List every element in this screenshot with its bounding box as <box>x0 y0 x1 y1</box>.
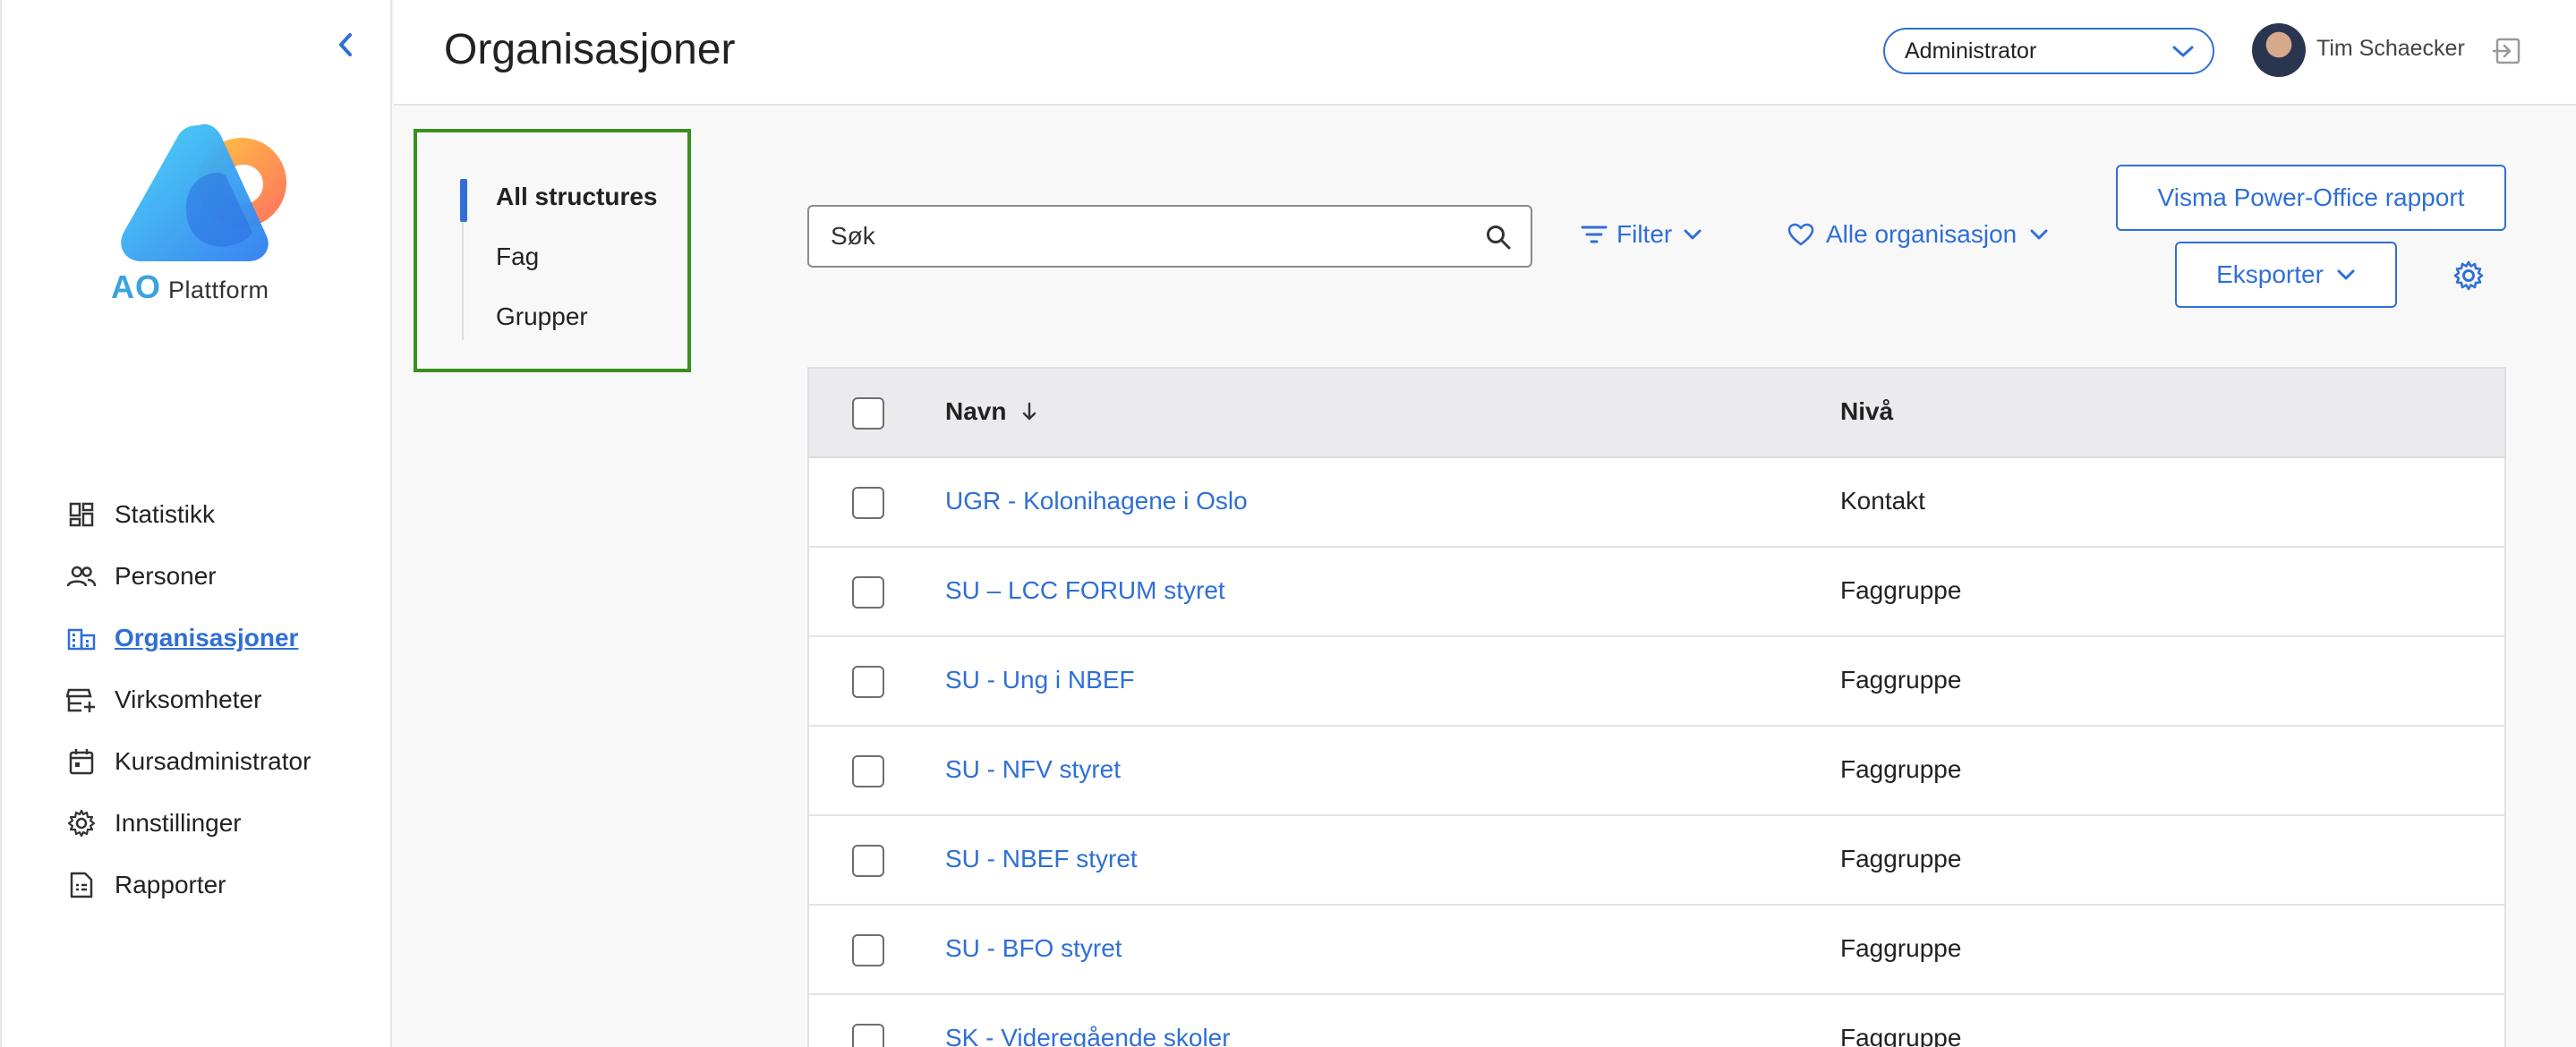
organization-name-link[interactable]: UGR - Kolonihagene i Oslo <box>945 487 1248 515</box>
sidebar-item-statistikk[interactable]: Statistikk <box>66 483 311 545</box>
organization-level: Faggruppe <box>1840 934 1962 962</box>
role-select[interactable]: Administrator <box>1883 28 2214 74</box>
row-checkbox[interactable] <box>852 1024 884 1047</box>
sidebar-item-label: Organisasjoner <box>115 623 299 651</box>
sidebar-item-personer[interactable]: Personer <box>66 545 311 607</box>
sidebar-item-innstillinger[interactable]: Innstillinger <box>66 792 311 854</box>
favorites-dropdown[interactable]: Alle organisasjon <box>1787 220 2049 249</box>
organization-level: Faggruppe <box>1840 845 1962 872</box>
logout-icon[interactable] <box>2492 36 2522 66</box>
sidebar-item-rapporter[interactable]: Rapporter <box>66 854 311 915</box>
structure-item-all[interactable]: All structures <box>496 183 658 211</box>
arrow-down-icon <box>1023 402 1036 421</box>
filter-icon <box>1581 226 1608 243</box>
row-checkbox[interactable] <box>852 934 884 966</box>
gear-icon <box>66 808 97 838</box>
table-row: SU - NFV styret Faggruppe <box>809 727 2504 816</box>
export-button[interactable]: Eksporter <box>2175 242 2397 308</box>
table-header: Navn Nivå <box>809 369 2504 458</box>
visma-report-button[interactable]: Visma Power-Office rapport <box>2116 165 2506 231</box>
organization-name-link[interactable]: SU - NBEF styret <box>945 845 1138 873</box>
structure-item-fag[interactable]: Fag <box>496 243 539 271</box>
sidebar-item-kursadministrator[interactable]: Kursadministrator <box>66 730 311 792</box>
organization-level: Faggruppe <box>1840 576 1962 604</box>
people-icon <box>66 561 97 592</box>
sidebar: AO Plattform Statistikk Personer Organis… <box>0 0 392 1047</box>
sidebar-item-label: Kursadministrator <box>115 746 311 775</box>
organizations-table: Navn Nivå UGR - Kolonihagene i Oslo Kont… <box>807 367 2506 1047</box>
chevron-down-icon <box>1684 229 1702 240</box>
structure-panel: All structures Fag Grupper <box>414 129 691 372</box>
export-label: Eksporter <box>2216 260 2324 288</box>
heart-icon <box>1787 223 1814 246</box>
table-row: SU - Ung i NBEF Faggruppe <box>809 637 2504 727</box>
row-checkbox[interactable] <box>852 845 884 877</box>
column-header-level[interactable]: Nivå <box>1840 397 1893 426</box>
table-row: SU – LCC FORUM styret Faggruppe <box>809 548 2504 637</box>
row-checkbox[interactable] <box>852 666 884 698</box>
table-row: SK - Videregående skoler Faggruppe <box>809 995 2504 1047</box>
search-icon[interactable] <box>1484 223 1513 251</box>
sidebar-item-organisasjoner[interactable]: Organisasjoner <box>66 607 311 668</box>
calendar-icon <box>66 746 97 777</box>
top-header: Organisasjoner Administrator Tim Schaeck… <box>394 0 2576 106</box>
row-checkbox[interactable] <box>852 487 884 519</box>
select-all-checkbox[interactable] <box>852 397 884 430</box>
sidebar-item-label: Innstillinger <box>115 808 242 837</box>
sidebar-item-label: Statistikk <box>115 499 216 528</box>
chevron-down-icon <box>2337 269 2355 280</box>
search-input[interactable] <box>831 222 1457 251</box>
table-row: UGR - Kolonihagene i Oslo Kontakt <box>809 458 2504 548</box>
column-header-name[interactable]: Navn <box>945 397 1038 426</box>
table-row: SU - BFO styret Faggruppe <box>809 906 2504 995</box>
report-icon <box>66 870 97 900</box>
dashboard-icon <box>66 499 97 530</box>
logo-text: AO Plattform <box>111 268 269 305</box>
avatar[interactable] <box>2252 23 2306 77</box>
store-add-icon <box>66 685 97 715</box>
table-settings-gear-icon[interactable] <box>2452 260 2485 292</box>
organization-level: Faggruppe <box>1840 755 1962 783</box>
row-checkbox[interactable] <box>852 576 884 609</box>
filter-button[interactable]: Filter <box>1581 220 1702 249</box>
filter-label: Filter <box>1616 220 1673 248</box>
sidebar-item-label: Virksomheter <box>115 685 262 713</box>
organization-name-link[interactable]: SK - Videregående skoler <box>945 1024 1231 1047</box>
sidebar-item-virksomheter[interactable]: Virksomheter <box>66 668 311 730</box>
collapse-sidebar-button[interactable] <box>331 30 360 59</box>
sidebar-nav: Statistikk Personer Organisasjoner Virks… <box>66 483 311 915</box>
sidebar-item-label: Personer <box>115 561 217 590</box>
table-row: SU - NBEF styret Faggruppe <box>809 816 2504 906</box>
building-icon <box>66 623 97 653</box>
search-field[interactable] <box>807 205 1532 268</box>
organization-level: Faggruppe <box>1840 1024 1962 1047</box>
chevron-down-icon <box>2030 229 2048 240</box>
visma-report-label: Visma Power-Office rapport <box>2157 183 2465 211</box>
role-select-value: Administrator <box>1905 38 2037 64</box>
sidebar-item-label: Rapporter <box>115 870 226 898</box>
structure-active-indicator <box>460 179 467 222</box>
row-checkbox[interactable] <box>852 755 884 787</box>
organization-level: Faggruppe <box>1840 666 1962 694</box>
organization-name-link[interactable]: SU – LCC FORUM styret <box>945 576 1225 605</box>
organization-level: Kontakt <box>1840 487 1925 515</box>
organization-name-link[interactable]: SU - BFO styret <box>945 934 1122 963</box>
user-name: Tim Schaecker <box>2316 36 2465 61</box>
organization-name-link[interactable]: SU - Ung i NBEF <box>945 666 1135 694</box>
chevron-down-icon <box>2172 46 2194 57</box>
structure-item-grupper[interactable]: Grupper <box>496 302 588 331</box>
favorites-label: Alle organisasjon <box>1826 220 2017 248</box>
organization-name-link[interactable]: SU - NFV styret <box>945 755 1121 784</box>
column-header-name-label: Navn <box>945 397 1007 425</box>
page-title: Organisasjoner <box>444 26 736 73</box>
chevron-left-icon <box>339 33 352 56</box>
